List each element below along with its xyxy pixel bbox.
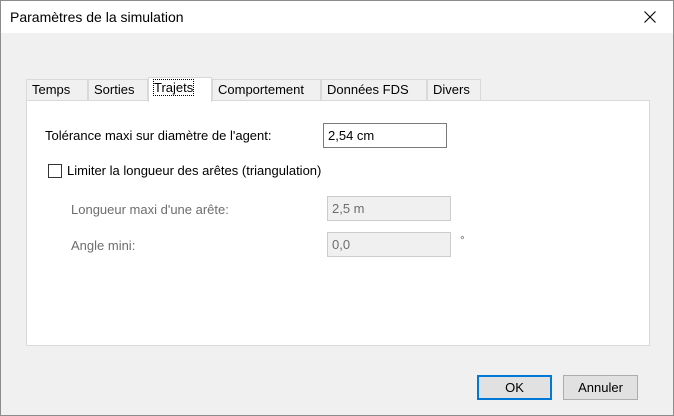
tab-trajets[interactable]: Trajets: [148, 77, 212, 102]
tab-label: Temps: [32, 82, 71, 97]
close-icon: [644, 11, 656, 23]
tab-label: Données FDS: [327, 82, 409, 97]
max-edge-input[interactable]: [327, 196, 451, 221]
max-edge-label: Longueur maxi d'une arête:: [71, 202, 229, 217]
tolerance-label: Tolérance maxi sur diamètre de l'agent:: [45, 128, 272, 143]
tab-donnees-fds[interactable]: Données FDS: [321, 79, 427, 101]
dialog-title: Paramètres de la simulation: [10, 9, 184, 25]
degree-unit: °: [460, 233, 465, 247]
simulation-settings-dialog: Paramètres de la simulation Temps Sortie…: [0, 0, 674, 416]
min-angle-input[interactable]: [327, 232, 451, 257]
tab-sorties[interactable]: Sorties: [88, 79, 148, 101]
min-angle-label: Angle mini:: [71, 238, 136, 253]
title-bar: Paramètres de la simulation: [1, 1, 673, 33]
tolerance-input[interactable]: [323, 123, 447, 148]
tab-label: Divers: [433, 82, 470, 97]
limit-edges-label: Limiter la longueur des arêtes (triangul…: [67, 163, 322, 178]
tab-label: Comportement: [218, 82, 304, 97]
tab-temps[interactable]: Temps: [26, 79, 88, 101]
tab-comportement[interactable]: Comportement: [212, 79, 321, 101]
close-button[interactable]: [627, 1, 673, 33]
tab-divers[interactable]: Divers: [427, 79, 481, 101]
tab-label: Sorties: [94, 82, 135, 97]
cancel-button[interactable]: Annuler: [563, 375, 638, 400]
limit-edges-checkbox[interactable]: [48, 164, 62, 178]
ok-button[interactable]: OK: [477, 375, 552, 400]
tab-panel-trajets: Tolérance maxi sur diamètre de l'agent: …: [26, 100, 650, 346]
tab-label: Trajets: [152, 79, 195, 96]
